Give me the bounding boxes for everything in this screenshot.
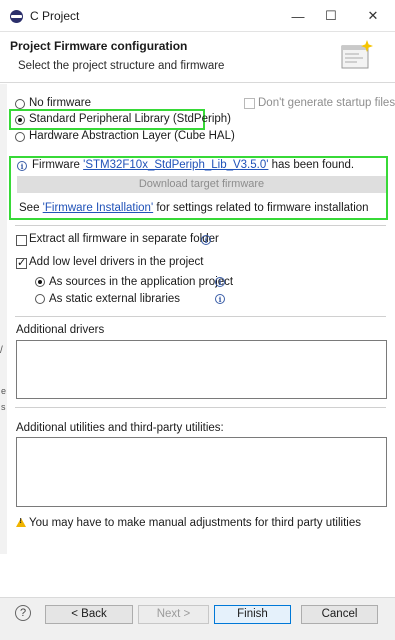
hal-radio[interactable]	[15, 132, 25, 142]
info-icon: i	[17, 161, 27, 171]
title-bar: C Project — ☐ ✕	[0, 0, 395, 32]
next-button[interactable]: Next >	[138, 605, 209, 624]
dont-generate-startup-label: Don't generate startup files	[258, 97, 395, 109]
background-slash-glyph: /	[0, 345, 3, 356]
stdperiph-label: Standard Peripheral Library (StdPeriph)	[29, 113, 231, 125]
extract-info-icon[interactable]: i	[201, 235, 211, 245]
firmware-name-link[interactable]: 'STM32F10x_StdPeriph_Lib_V3.5.0'	[83, 159, 268, 171]
as-static-info-icon[interactable]: i	[215, 294, 225, 304]
separator	[15, 407, 386, 408]
additional-drivers-list[interactable]	[16, 340, 387, 399]
firmware-installation-note: See 'Firmware Installation' for settings…	[19, 202, 369, 214]
eclipse-app-icon	[10, 10, 23, 23]
as-sources-info-icon[interactable]: i	[215, 277, 225, 287]
background-text-glyph: e	[1, 386, 7, 396]
help-icon: ?	[19, 607, 27, 619]
warning-icon	[16, 518, 26, 528]
wizard-button-bar: ? < Back Next > Finish Cancel	[0, 597, 395, 640]
low-level-drivers-label: Add low level drivers in the project	[29, 256, 204, 268]
separator	[15, 225, 386, 226]
cancel-button[interactable]: Cancel	[301, 605, 378, 624]
dont-generate-startup-checkbox[interactable]	[244, 98, 255, 109]
extract-firmware-label: Extract all firmware in separate folder	[29, 233, 219, 245]
new-project-wizard-icon	[341, 40, 373, 69]
wizard-content: No firmware Don't generate startup files…	[7, 84, 395, 597]
page-title: Project Firmware configuration	[10, 39, 188, 53]
page-subtitle: Select the project structure and firmwar…	[18, 60, 225, 72]
low-level-drivers-checkbox[interactable]	[16, 256, 27, 269]
help-button[interactable]: ?	[15, 605, 31, 621]
no-firmware-label: No firmware	[29, 97, 91, 109]
additional-drivers-label: Additional drivers	[16, 324, 105, 336]
additional-utilities-list[interactable]	[16, 437, 387, 507]
no-firmware-radio[interactable]	[15, 99, 25, 109]
finish-button[interactable]: Finish	[214, 605, 291, 624]
as-sources-label: As sources in the application project	[49, 276, 234, 288]
download-firmware-button[interactable]: Download target firmware	[17, 176, 386, 193]
additional-utilities-label: Additional utilities and third-party uti…	[16, 422, 224, 434]
as-sources-radio[interactable]	[35, 277, 45, 287]
firmware-installation-link[interactable]: 'Firmware Installation'	[43, 202, 153, 214]
maximize-icon: ☐	[325, 8, 337, 23]
maximize-button[interactable]: ☐	[316, 6, 346, 26]
window-title: C Project	[30, 9, 80, 23]
as-static-radio[interactable]	[35, 294, 45, 304]
background-text-glyph: s	[1, 402, 6, 412]
warning-message: You may have to make manual adjustments …	[29, 517, 361, 529]
close-button[interactable]: ✕	[358, 6, 388, 26]
background-window-edge	[0, 84, 7, 554]
wizard-header: Project Firmware configuration Select th…	[0, 32, 395, 83]
close-icon: ✕	[367, 8, 379, 23]
stdperiph-radio[interactable]	[15, 115, 25, 125]
hal-label: Hardware Abstraction Layer (Cube HAL)	[29, 130, 235, 142]
extract-firmware-checkbox[interactable]	[16, 235, 27, 246]
minimize-button[interactable]: —	[283, 6, 313, 26]
minimize-icon: —	[291, 8, 305, 24]
back-button[interactable]: < Back	[45, 605, 133, 624]
separator	[15, 316, 386, 317]
firmware-found-message: Firmware 'STM32F10x_StdPeriph_Lib_V3.5.0…	[32, 159, 355, 171]
as-static-label: As static external libraries	[49, 293, 181, 305]
